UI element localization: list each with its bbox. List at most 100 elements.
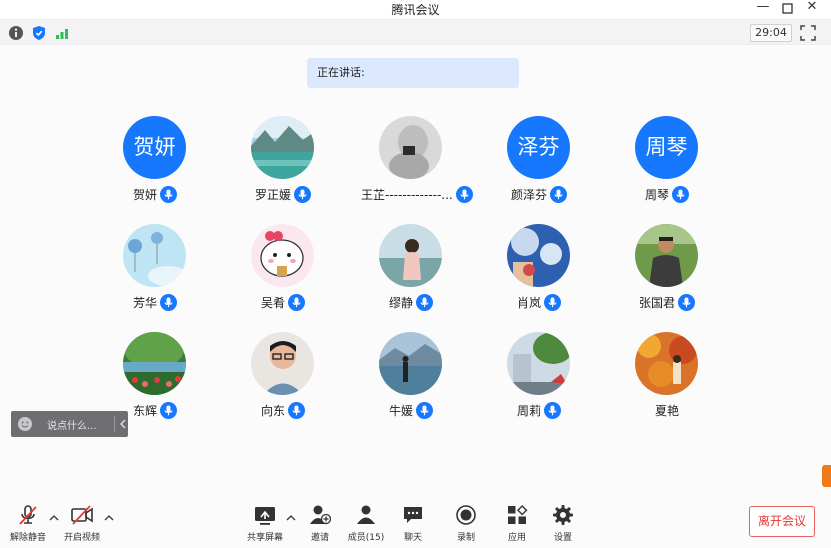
mic-icon	[294, 186, 311, 203]
members-icon	[357, 505, 375, 524]
apps-label: 应用	[507, 533, 526, 543]
participant-name: 贺妍	[132, 188, 157, 202]
record-button[interactable]: 录制	[440, 504, 492, 544]
chevron-left-icon[interactable]	[120, 419, 126, 429]
meeting-timer: 29:04	[750, 24, 792, 42]
invite-icon	[310, 505, 331, 525]
divider	[114, 416, 115, 432]
chat-placeholder: 说点什么...	[47, 421, 97, 432]
participant-name: 牛媛	[388, 404, 413, 418]
invite-button[interactable]: 邀请	[294, 504, 346, 544]
members-button[interactable]: 成员(15)	[340, 504, 392, 544]
mic-icon	[455, 186, 473, 203]
avatar	[379, 332, 442, 395]
avatar	[123, 332, 186, 395]
window-title: 腾讯会议	[391, 3, 440, 17]
chat-input[interactable]: 说点什么...	[11, 411, 128, 437]
share-screen-icon	[255, 507, 275, 525]
start-video-button[interactable]: 开启视频	[56, 504, 108, 544]
avatar	[635, 224, 698, 287]
participant-name: 夏艳	[654, 404, 679, 418]
mic-icon	[416, 294, 433, 311]
minimize-icon[interactable]: —	[752, 0, 774, 16]
participant-name: 周琴	[644, 188, 669, 202]
mic-icon	[416, 402, 433, 419]
info-bar: 29:04	[0, 19, 831, 45]
participant-name: 颜泽芬	[510, 188, 547, 202]
participant-tile[interactable]: 张国君	[617, 224, 717, 320]
participant-tile[interactable]: 向东	[233, 332, 333, 428]
participant-tile[interactable]: 夏艳	[617, 332, 717, 428]
signal-icon[interactable]	[54, 25, 70, 41]
title-bar: 腾讯会议 — ✕	[0, 0, 831, 18]
share-screen-label: 共享屏幕	[246, 533, 283, 543]
participant-tile[interactable]: 周莉	[489, 332, 589, 428]
mic-icon	[550, 186, 567, 203]
chevron-up-icon[interactable]	[104, 514, 114, 522]
participant-tile[interactable]: 肖岚	[489, 224, 589, 320]
mic-icon	[672, 186, 689, 203]
mic-icon	[288, 402, 305, 419]
participant-tile[interactable]: 罗正媛	[233, 116, 333, 212]
leave-meeting-button[interactable]: 离开会议	[749, 506, 815, 537]
mic-icon	[160, 402, 177, 419]
participant-name: 罗正媛	[254, 188, 291, 202]
chat-icon	[404, 507, 422, 523]
shield-icon[interactable]	[31, 25, 47, 41]
speaking-indicator: 正在讲话:	[307, 58, 519, 88]
avatar	[507, 332, 570, 395]
mic-icon	[544, 294, 561, 311]
record-label: 录制	[456, 533, 475, 543]
unmute-button[interactable]: 解除静音	[2, 504, 54, 544]
participant-name: 王芷-------------...	[361, 188, 453, 202]
side-panel-tab[interactable]	[822, 465, 831, 487]
avatar: 贺妍	[123, 116, 186, 179]
apps-icon	[508, 504, 528, 524]
mic-muted-icon	[19, 505, 37, 525]
avatar	[251, 224, 314, 287]
fullscreen-icon[interactable]	[800, 25, 816, 41]
participant-name: 吴肴	[260, 296, 285, 310]
participant-tile[interactable]: 贺妍 贺妍	[105, 116, 205, 212]
avatar	[379, 116, 442, 179]
close-icon[interactable]: ✕	[801, 0, 823, 16]
participant-tile[interactable]: 芳华	[105, 224, 205, 320]
avatar	[251, 332, 314, 395]
mic-icon	[288, 294, 305, 311]
invite-label: 邀请	[310, 533, 329, 543]
record-icon	[456, 505, 476, 525]
share-screen-button[interactable]: 共享屏幕	[239, 504, 291, 544]
mic-icon	[160, 186, 177, 203]
emoji-icon[interactable]	[17, 416, 33, 432]
participant-tile[interactable]: 王芷-------------...	[361, 116, 473, 212]
mic-icon	[160, 294, 177, 311]
mic-icon	[544, 402, 561, 419]
avatar: 周琴	[635, 116, 698, 179]
participant-tile[interactable]: 泽芬 颜泽芬	[489, 116, 589, 212]
chat-button[interactable]: 聊天	[387, 504, 439, 544]
participant-tile[interactable]: 吴肴	[233, 224, 333, 320]
maximize-icon[interactable]	[776, 0, 798, 16]
apps-button[interactable]: 应用	[491, 504, 543, 544]
chat-label: 聊天	[403, 533, 422, 543]
avatar	[123, 224, 186, 287]
gear-icon	[553, 505, 573, 525]
avatar	[635, 332, 698, 395]
start-video-label: 开启视频	[63, 533, 100, 543]
info-icon[interactable]	[8, 25, 24, 41]
participant-tile[interactable]: 牛媛	[361, 332, 461, 428]
avatar	[507, 224, 570, 287]
unmute-label: 解除静音	[9, 533, 46, 543]
participant-name: 周莉	[516, 404, 541, 418]
avatar: 泽芬	[507, 116, 570, 179]
participant-name: 向东	[260, 404, 285, 418]
participant-tile[interactable]: 周琴 周琴	[617, 116, 717, 212]
avatar	[251, 116, 314, 179]
participant-name: 张国君	[638, 296, 675, 310]
mic-icon	[678, 294, 695, 311]
participant-tile[interactable]: 缪静	[361, 224, 461, 320]
avatar	[379, 224, 442, 287]
meeting-toolbar: 解除静音 开启视频 共享屏幕 邀请 成员(15) 聊天 录制 应用 设置 离开会…	[0, 496, 831, 548]
participant-name: 芳华	[132, 296, 157, 310]
settings-button[interactable]: 设置	[537, 504, 589, 544]
